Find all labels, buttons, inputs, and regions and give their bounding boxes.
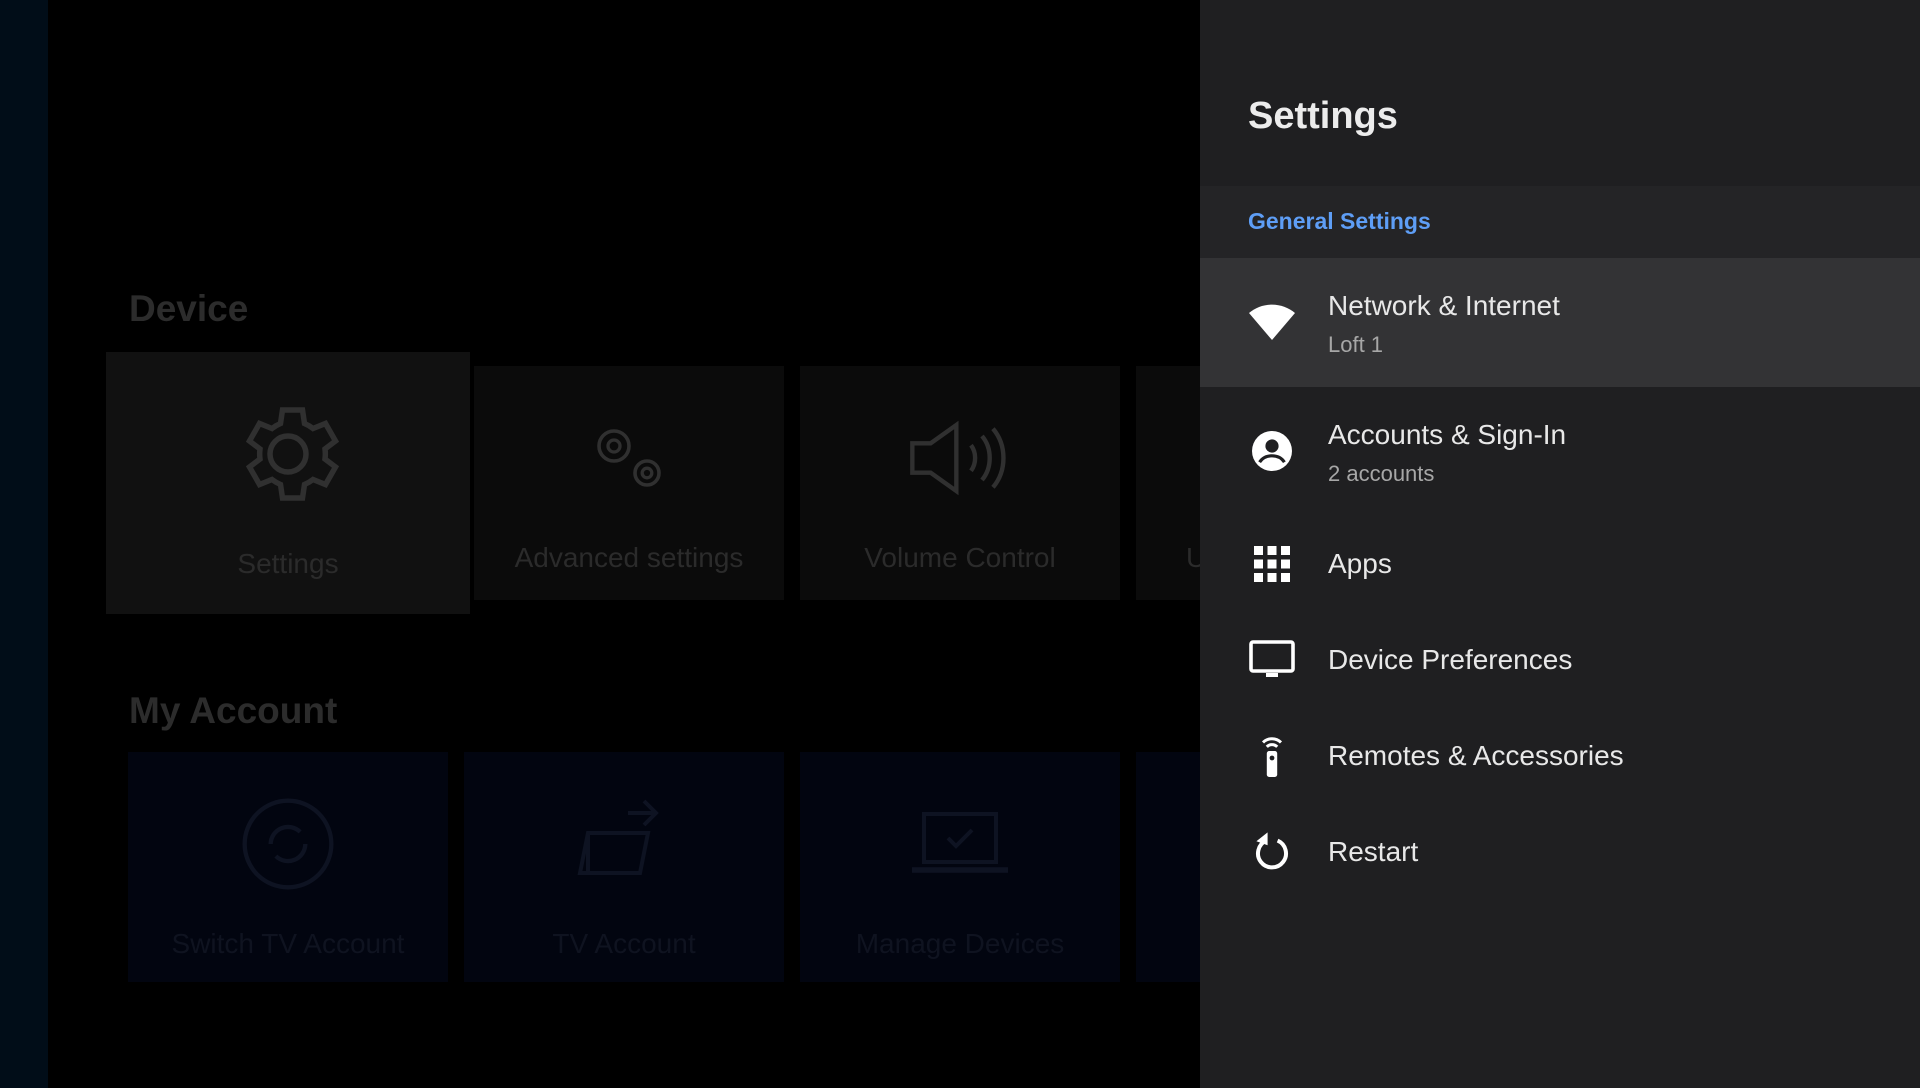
tile-label: TV Account	[552, 928, 696, 959]
account-circle-icon	[1252, 431, 1292, 471]
apps-grid-icon	[1254, 546, 1290, 582]
section-header-label: General Settings	[1248, 208, 1431, 234]
tile-settings[interactable]: Settings	[106, 352, 470, 614]
menu-item-subtitle: Loft 1	[1328, 332, 1384, 357]
menu-item-label: Device Preferences	[1328, 644, 1573, 675]
tile-label: Settings	[237, 548, 339, 579]
menu-item-remotes-accessories[interactable]: Remotes & Accessories	[1200, 708, 1920, 804]
my-account-section-title: My Account	[129, 690, 338, 731]
tile-label: Switch TV Account	[171, 928, 405, 959]
tile-label: Volume Control	[864, 542, 1056, 573]
panel-title: Settings	[1248, 95, 1398, 137]
device-section-title: Device	[129, 288, 249, 329]
menu-item-device-preferences[interactable]: Device Preferences	[1200, 612, 1920, 708]
restart-icon	[1256, 832, 1288, 870]
tile-label: U	[1186, 542, 1200, 573]
tile-tv-account[interactable]: TV Account	[464, 752, 784, 982]
menu-item-label: Restart	[1328, 836, 1419, 867]
laptop-check-icon	[912, 812, 1008, 873]
gear-icon	[245, 407, 340, 501]
menu-item-restart[interactable]: Restart	[1200, 804, 1920, 900]
menu-item-subtitle: 2 accounts	[1328, 461, 1435, 486]
speaker-icon	[910, 420, 1006, 496]
tile-volume-control[interactable]: Volume Control	[800, 366, 1120, 600]
refresh-circle-icon	[242, 798, 334, 890]
menu-item-network-internet[interactable]: Network & Internet Loft 1	[1200, 258, 1920, 387]
remote-icon	[1261, 737, 1283, 777]
wifi-icon	[1249, 304, 1295, 340]
general-settings-header: General Settings	[1200, 186, 1920, 258]
tile-label: Advanced settings	[514, 542, 744, 573]
gears-icon	[597, 429, 661, 487]
folder-arrow-icon	[577, 799, 659, 875]
menu-item-label: Network & Internet	[1328, 290, 1560, 321]
menu-item-label: Accounts & Sign-In	[1328, 419, 1567, 450]
tile-partial[interactable]	[1136, 752, 1200, 982]
left-edge-strip	[0, 0, 48, 1088]
menu-item-apps[interactable]: Apps	[1200, 516, 1920, 612]
tile-advanced-settings[interactable]: Advanced settings	[474, 366, 784, 600]
tile-label: Manage Devices	[855, 928, 1065, 959]
tile-manage-devices[interactable]: Manage Devices	[800, 752, 1120, 982]
tv-icon	[1249, 640, 1295, 677]
menu-item-accounts-sign-in[interactable]: Accounts & Sign-In 2 accounts	[1200, 387, 1920, 516]
tile-partial[interactable]: U	[1136, 366, 1200, 600]
menu-item-label: Apps	[1328, 548, 1392, 579]
menu-item-label: Remotes & Accessories	[1328, 740, 1624, 771]
tile-switch-tv-account[interactable]: Switch TV Account	[128, 752, 448, 982]
settings-panel: Settings General Settings Network & Inte…	[1200, 0, 1920, 1088]
